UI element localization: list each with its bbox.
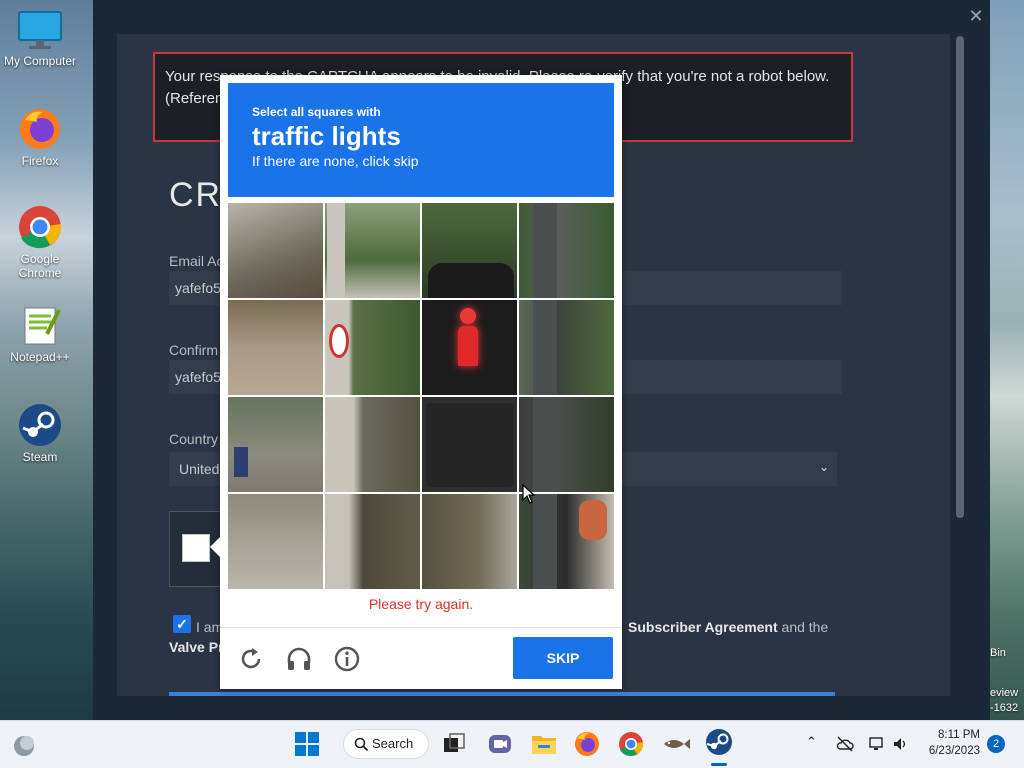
- chat-icon[interactable]: [484, 728, 516, 760]
- agree-text-line2: Valve Pr: [169, 639, 224, 655]
- watermark-preview: eview: [990, 687, 1019, 699]
- email-label: Email Ac: [169, 253, 224, 269]
- desktop-icon-firefox[interactable]: Firefox: [2, 106, 78, 168]
- captcha-tile-2[interactable]: [325, 203, 420, 298]
- info-icon[interactable]: [333, 645, 361, 673]
- scrollbar-thumb[interactable]: [956, 36, 964, 518]
- search-icon: [354, 737, 369, 752]
- continue-button[interactable]: [169, 692, 835, 696]
- audio-headphones-icon[interactable]: [285, 645, 313, 673]
- desktop-icon-notepad-plus-plus[interactable]: Notepad++: [2, 304, 78, 364]
- reload-icon[interactable]: [237, 645, 265, 673]
- firefox-icon: [20, 109, 60, 149]
- agree-checkbox[interactable]: ✓: [173, 615, 191, 633]
- desktop-icon-steam[interactable]: Steam: [2, 402, 78, 464]
- clock-date[interactable]: 6/23/2023: [916, 745, 980, 757]
- country-label: Country: [169, 431, 219, 447]
- captcha-target: traffic lights: [252, 121, 401, 151]
- captcha-divider: [220, 627, 622, 628]
- captcha-error-text: Please try again.: [368, 596, 474, 612]
- page-title: CR: [169, 176, 223, 214]
- captcha-tile-13[interactable]: [228, 494, 323, 589]
- confirm-email-label: Confirm: [169, 342, 219, 358]
- valve-privacy-link[interactable]: Valve Pr: [169, 639, 224, 655]
- captcha-grid: [228, 203, 614, 589]
- steam-icon: [19, 404, 61, 446]
- captcha-tile-8[interactable]: [519, 300, 614, 395]
- captcha-tile-6[interactable]: [325, 300, 420, 395]
- captcha-tile-10[interactable]: [325, 397, 420, 492]
- desktop-icon-label: Notepad++: [10, 350, 70, 364]
- steam-icon[interactable]: [703, 726, 735, 758]
- error-reference: (Referen: [165, 90, 224, 107]
- captcha-tile-12[interactable]: [519, 397, 614, 492]
- captcha-tile-15[interactable]: [422, 494, 517, 589]
- pedestrian-light-icon: [460, 308, 476, 324]
- captcha-instruction: Select all squares with: [252, 105, 381, 119]
- captcha-tile-16[interactable]: [519, 494, 614, 589]
- desktop-icon-label: Firefox: [21, 154, 59, 168]
- notepad-plus-plus-icon: [24, 307, 61, 345]
- steam-active-indicator: [711, 763, 727, 766]
- wallpaper-right: [990, 0, 1024, 720]
- captcha-tile-4[interactable]: [519, 203, 614, 298]
- desktop-icon-label: My Computer: [3, 54, 77, 68]
- captcha-tile-5[interactable]: [228, 300, 323, 395]
- skip-button[interactable]: SKIP: [513, 637, 613, 679]
- recaptcha-checkbox[interactable]: [182, 534, 210, 562]
- desktop-icon-label: Steam: [22, 450, 58, 464]
- file-explorer-icon[interactable]: [528, 728, 560, 760]
- task-view-icon[interactable]: [438, 728, 470, 760]
- weather-widget-icon[interactable]: [8, 730, 40, 762]
- chevron-up-icon[interactable]: ⌃: [806, 734, 817, 750]
- fish-app-icon[interactable]: [660, 728, 692, 760]
- captcha-tile-7[interactable]: [422, 300, 517, 395]
- agree-text-end: Subscriber Agreement and the: [628, 619, 828, 635]
- captcha-challenge: Select all squares with traffic lights I…: [210, 75, 622, 689]
- notification-badge[interactable]: 2: [987, 735, 1005, 753]
- desktop-icon-label: Google Chrome: [18, 252, 62, 280]
- chrome-icon[interactable]: [615, 728, 647, 760]
- captcha-header: Select all squares with traffic lights I…: [228, 83, 614, 197]
- volume-icon[interactable]: [892, 736, 910, 752]
- taskbar-search-box[interactable]: Search: [343, 729, 429, 759]
- agree-and: and the: [781, 619, 829, 635]
- search-label: Search: [372, 736, 414, 751]
- captcha-tile-9[interactable]: [228, 397, 323, 492]
- chrome-icon: [19, 206, 62, 249]
- subscriber-agreement-link[interactable]: Subscriber Agreement: [628, 619, 778, 635]
- country-value: United: [179, 461, 220, 477]
- firefox-icon[interactable]: [571, 728, 603, 760]
- captcha-tile-3[interactable]: [422, 203, 517, 298]
- close-icon[interactable]: ✕: [966, 6, 986, 26]
- watermark-build: -1632: [990, 702, 1019, 714]
- captcha-tile-11[interactable]: [422, 397, 517, 492]
- desktop-icon-google-chrome[interactable]: Google Chrome: [2, 204, 78, 280]
- recycle-bin-label: Bin: [990, 647, 1006, 659]
- clock-time[interactable]: 8:11 PM: [916, 729, 980, 741]
- monitor-icon: [18, 11, 62, 49]
- onedrive-offline-icon[interactable]: [836, 736, 854, 752]
- captcha-hint: If there are none, click skip: [252, 153, 419, 169]
- desktop-icon-my-computer[interactable]: My Computer: [2, 10, 78, 68]
- captcha-tile-1[interactable]: [228, 203, 323, 298]
- mouse-cursor-icon: [522, 484, 536, 504]
- start-icon[interactable]: [291, 728, 323, 760]
- chevron-down-icon: ⌄: [818, 460, 829, 474]
- network-icon[interactable]: [868, 736, 886, 752]
- captcha-tile-14[interactable]: [325, 494, 420, 589]
